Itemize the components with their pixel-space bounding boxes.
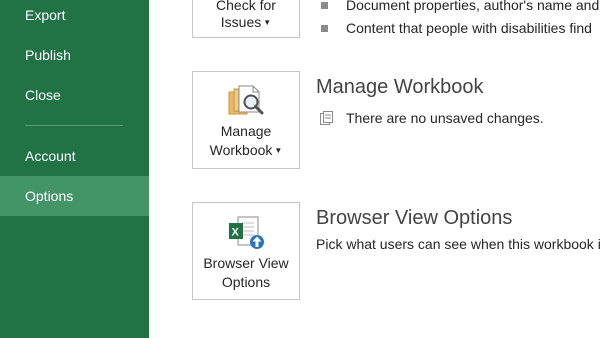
manage-workbook-icon — [228, 85, 264, 115]
browser-view-options-title: Browser View Options — [316, 207, 513, 229]
excel-browser-view-icon: X — [229, 216, 264, 249]
manage-workbook-label-line1: Manage — [220, 123, 272, 139]
check-for-issues-button[interactable]: Check for Issues ▼ — [192, 0, 300, 38]
svg-text:X: X — [232, 227, 240, 239]
check-issues-label-text: Issues — [220, 14, 262, 30]
bullet-icon — [321, 25, 328, 32]
no-unsaved-changes-text: There are no unsaved changes. — [346, 110, 544, 126]
check-issues-label-line2: Issues ▼ — [193, 13, 299, 32]
manage-workbook-label-line2: Workbook ▼ — [193, 141, 299, 160]
nav-divider — [25, 125, 123, 126]
manage-workbook-title: Manage Workbook — [316, 76, 484, 98]
nav-item-options[interactable]: Options — [0, 176, 149, 216]
manage-workbook-label-text: Workbook — [209, 142, 273, 158]
inspect-bullet-2: Content that people with disabilities fi… — [346, 20, 592, 36]
nav-item-close[interactable]: Close — [0, 75, 149, 115]
manage-workbook-button[interactable]: Manage Workbook ▼ — [192, 71, 300, 169]
chevron-down-icon: ▼ — [263, 18, 272, 27]
bullet-icon — [321, 2, 328, 9]
document-icon — [320, 111, 333, 125]
browser-view-label-line2: Options — [221, 274, 271, 290]
nav-item-account[interactable]: Account — [0, 136, 149, 176]
backstage-sidebar: Export Publish Close Account Options — [0, 0, 149, 338]
browser-view-options-button[interactable]: X Browser View Options — [192, 202, 300, 300]
browser-view-description: Pick what users can see when this workbo… — [316, 236, 600, 252]
nav-item-export[interactable]: Export — [0, 0, 149, 35]
chevron-down-icon: ▼ — [274, 146, 283, 155]
nav-item-publish[interactable]: Publish — [0, 35, 149, 75]
inspect-bullet-1: Document properties, author's name and — [346, 0, 600, 13]
browser-view-label-line1: Browser View — [203, 255, 289, 271]
